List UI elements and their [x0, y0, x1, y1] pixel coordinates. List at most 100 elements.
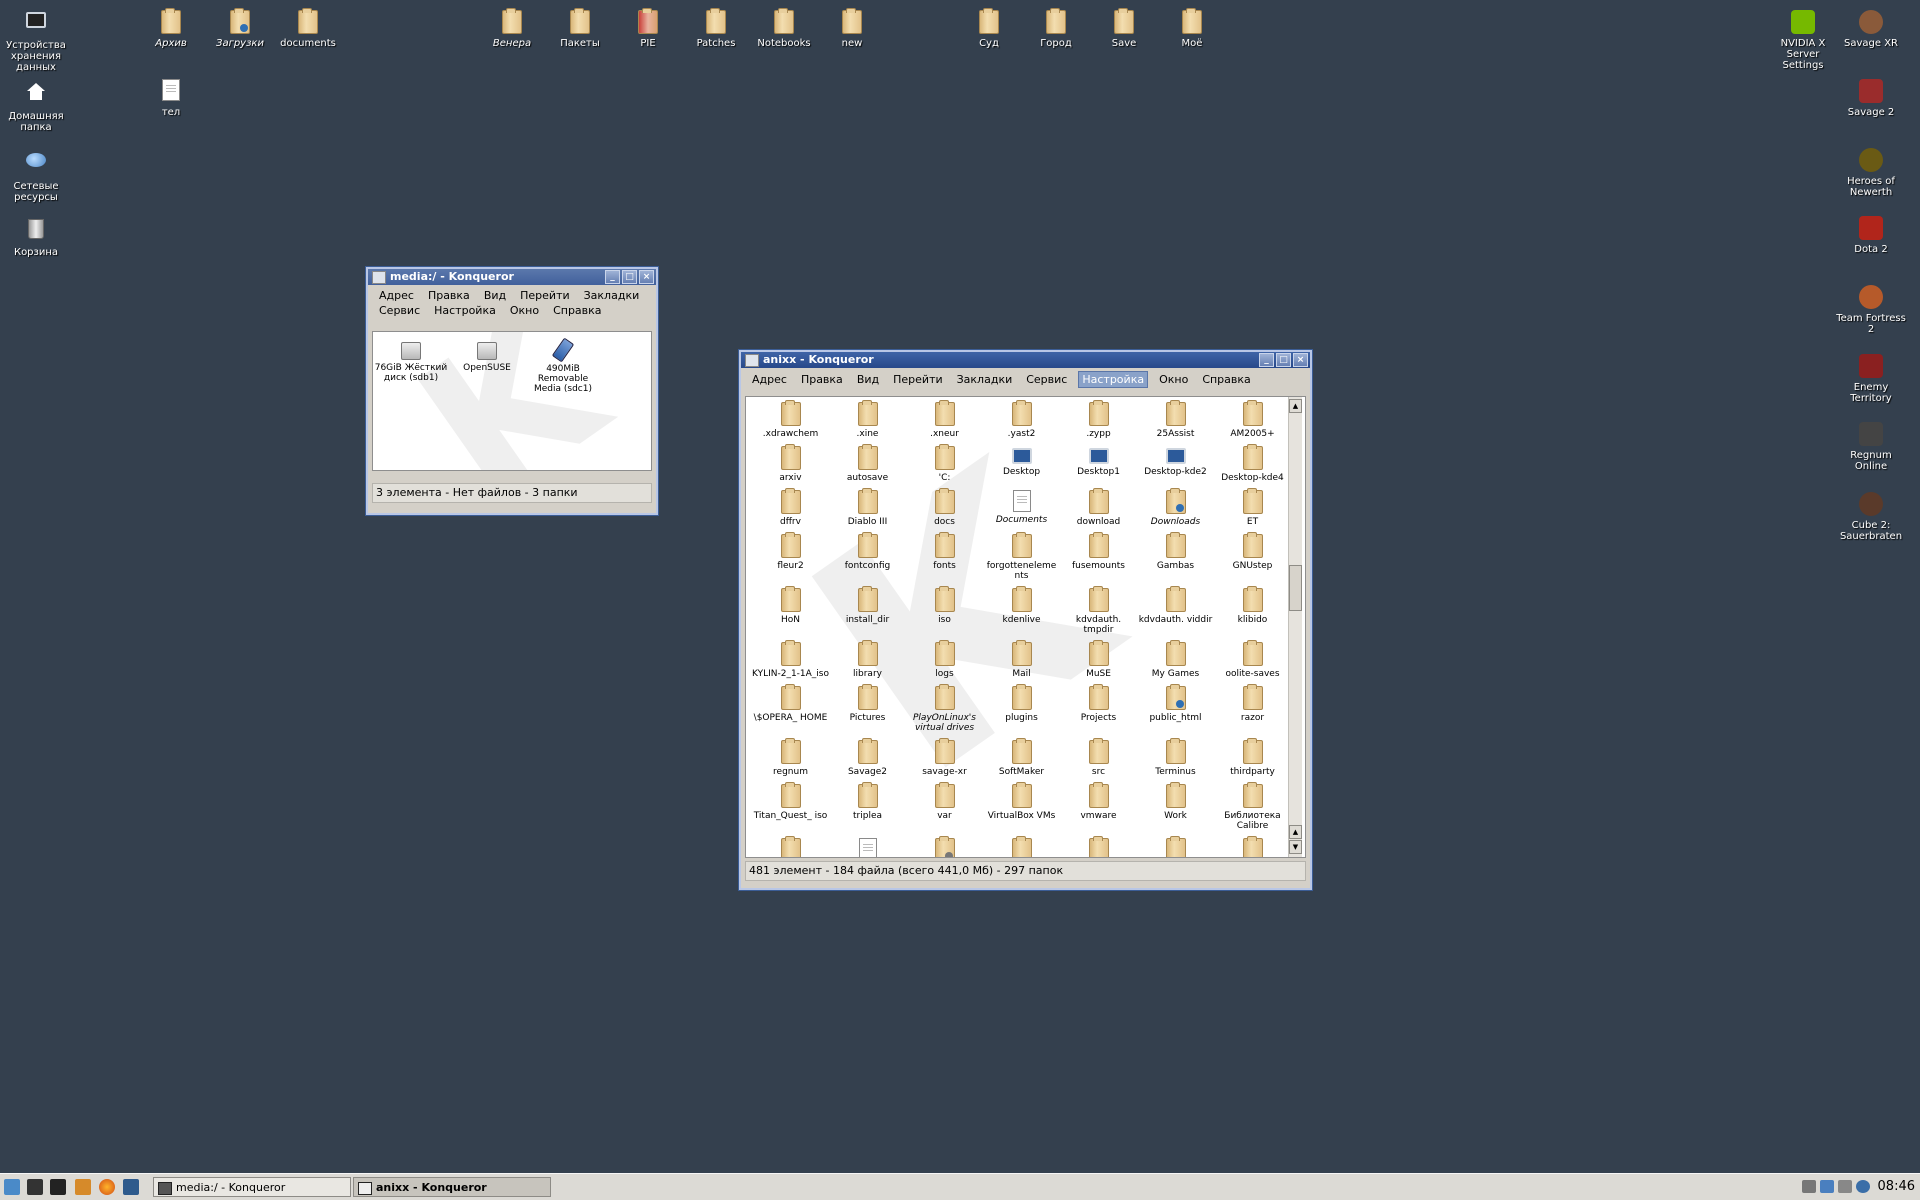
menu-tools[interactable]: Сервис: [376, 303, 423, 318]
update-icon[interactable]: [1856, 1180, 1870, 1193]
file-item[interactable]: VirtualBox VMs: [983, 782, 1060, 837]
anixx-window-titlebar[interactable]: anixx - Konqueror _ □ ×: [741, 352, 1310, 368]
file-item[interactable]: 25Assist: [1137, 400, 1214, 445]
file-item[interactable]: My Games: [1137, 640, 1214, 685]
desktop-launcher[interactable]: NVIDIA X Server Settings: [1767, 10, 1839, 71]
file-item[interactable]: GNUstep: [1214, 532, 1291, 587]
desktop-launcher[interactable]: Heroes of Newerth: [1835, 148, 1907, 198]
file-item[interactable]: kdenlive: [983, 586, 1060, 641]
file-item[interactable]: public_html: [1137, 684, 1214, 739]
desktop-folder[interactable]: Пакеты: [544, 8, 616, 49]
desktop-file[interactable]: тел: [135, 79, 207, 118]
desktop-icon-home[interactable]: Домашняя папка: [0, 80, 72, 133]
file-item[interactable]: PlayOnLinux's virtual drives: [906, 684, 983, 739]
file-item[interactable]: ET: [1214, 488, 1291, 533]
menu-address[interactable]: Адрес: [376, 288, 417, 303]
file-item[interactable]: dffrv: [752, 488, 829, 533]
close-button[interactable]: ×: [639, 270, 654, 284]
file-item[interactable]: install_dir: [829, 586, 906, 641]
menu-tools[interactable]: Сервис: [1023, 372, 1070, 387]
desktop-icon-storage[interactable]: Устройства хранения данных: [0, 10, 72, 73]
file-item[interactable]: Work: [1137, 782, 1214, 837]
file-item[interactable]: Pictures: [829, 684, 906, 739]
file-item[interactable]: thirdparty: [1214, 738, 1291, 783]
desktop-folder[interactable]: Моё: [1156, 8, 1228, 49]
scroll-up-button-lower[interactable]: ▲: [1289, 825, 1302, 839]
file-item[interactable]: Gambas: [1137, 532, 1214, 587]
file-item[interactable]: autosave: [829, 444, 906, 489]
menu-address[interactable]: Адрес: [749, 372, 790, 387]
file-item[interactable]: Titan_Quest_ iso: [752, 782, 829, 837]
file-item[interactable]: KYLIN-2_1-1A_iso: [752, 640, 829, 685]
file-item[interactable]: Картинки: [983, 836, 1060, 857]
file-item[interactable]: fusemounts: [1060, 532, 1137, 587]
media-file-view[interactable]: K 76GiB Жёсткий диск (sdb1) OpenSUSE 490Mi…: [372, 331, 652, 471]
desktop-folder[interactable]: Венера: [476, 8, 548, 49]
audio-player-icon[interactable]: [75, 1179, 91, 1195]
file-item[interactable]: Музыка: [1060, 836, 1137, 857]
file-item[interactable]: kdvdauth. tmpdir: [1060, 586, 1137, 641]
desktop-folder[interactable]: Суд: [953, 8, 1025, 49]
volume-icon[interactable]: [1820, 1180, 1834, 1193]
anixx-window[interactable]: anixx - Konqueror _ □ × Адрес Правка Вид Пе…: [739, 350, 1312, 890]
file-item[interactable]: Desktop-kde2: [1137, 445, 1214, 489]
close-button[interactable]: ×: [1293, 353, 1308, 367]
media-window-titlebar[interactable]: media:/ - Konqueror _ □ ×: [368, 269, 656, 285]
file-item[interactable]: Общедоступн ые: [1137, 836, 1214, 857]
scroll-up-button[interactable]: ▲: [1289, 399, 1302, 413]
file-item[interactable]: src: [1060, 738, 1137, 783]
file-item[interactable]: Downloads: [1137, 488, 1214, 533]
desktop-launcher[interactable]: Team Fortress 2: [1835, 285, 1907, 335]
menu-settings[interactable]: Настройка: [431, 303, 499, 318]
firefox-icon[interactable]: [99, 1179, 115, 1195]
desktop-folder[interactable]: documents: [272, 8, 344, 49]
file-item[interactable]: library: [829, 640, 906, 685]
file-item[interactable]: forgotteneleme nts: [983, 532, 1060, 587]
vertical-scrollbar[interactable]: ▲ ▲ ▼: [1288, 397, 1302, 857]
file-item[interactable]: savage-xr: [906, 738, 983, 783]
menu-settings[interactable]: Настройка: [1078, 371, 1149, 388]
file-item[interactable]: klibido: [1214, 586, 1291, 641]
file-item[interactable]: plugins: [983, 684, 1060, 739]
maximize-button[interactable]: □: [1276, 353, 1291, 367]
file-item[interactable]: regnum: [752, 738, 829, 783]
scroll-down-button[interactable]: ▼: [1289, 840, 1302, 854]
desktop-folder[interactable]: Архив: [135, 8, 207, 49]
minimize-button[interactable]: _: [1259, 353, 1274, 367]
menu-view[interactable]: Вид: [481, 288, 509, 303]
anixx-file-view[interactable]: K .xdrawchem .xine .xneur .yast2 .zypp 25Assi…: [745, 396, 1306, 858]
file-item[interactable]: Projects: [1060, 684, 1137, 739]
minimize-button[interactable]: _: [605, 270, 620, 284]
file-item[interactable]: fleur2: [752, 532, 829, 587]
menu-bookmarks[interactable]: Закладки: [581, 288, 643, 303]
file-item[interactable]: MuSE: [1060, 640, 1137, 685]
file-item[interactable]: Desktop-kde4: [1214, 444, 1291, 489]
desktop-folder[interactable]: new: [816, 8, 888, 49]
menu-edit[interactable]: Правка: [798, 372, 846, 387]
menu-window[interactable]: Окно: [1156, 372, 1191, 387]
file-item[interactable]: logs: [906, 640, 983, 685]
file-item[interactable]: Desktop: [983, 445, 1060, 489]
keyboard-layout-icon[interactable]: [1802, 1180, 1816, 1193]
file-item[interactable]: \$OPERA_ HOME: [752, 684, 829, 739]
file-item[interactable]: fontconfig: [829, 532, 906, 587]
file-item[interactable]: Документы: [829, 837, 906, 857]
desktop-launcher[interactable]: Savage XR: [1835, 10, 1907, 49]
desktop-launcher[interactable]: Regnum Online: [1835, 422, 1907, 472]
media-item[interactable]: 490MiB Removable Media (sdc1): [525, 337, 601, 394]
file-item[interactable]: Загрузки: [906, 836, 983, 857]
file-item[interactable]: download: [1060, 488, 1137, 533]
file-item[interactable]: 'C:: [906, 444, 983, 489]
desktop-icon-network[interactable]: Сетевые ресурсы: [0, 148, 72, 203]
file-item[interactable]: Documents: [983, 489, 1060, 533]
menu-help[interactable]: Справка: [1199, 372, 1253, 387]
menu-edit[interactable]: Правка: [425, 288, 473, 303]
file-item[interactable]: Библиотека Calibre: [1214, 782, 1291, 837]
file-item[interactable]: Рабочий: [1214, 836, 1291, 857]
file-item[interactable]: Видео: [752, 836, 829, 857]
scroll-thumb[interactable]: [1289, 565, 1302, 611]
task-anixx-konqueror[interactable]: anixx - Konqueror: [353, 1177, 551, 1197]
desktop-folder[interactable]: PIE: [612, 8, 684, 49]
file-item[interactable]: Desktop1: [1060, 445, 1137, 489]
file-item[interactable]: oolite-saves: [1214, 640, 1291, 685]
